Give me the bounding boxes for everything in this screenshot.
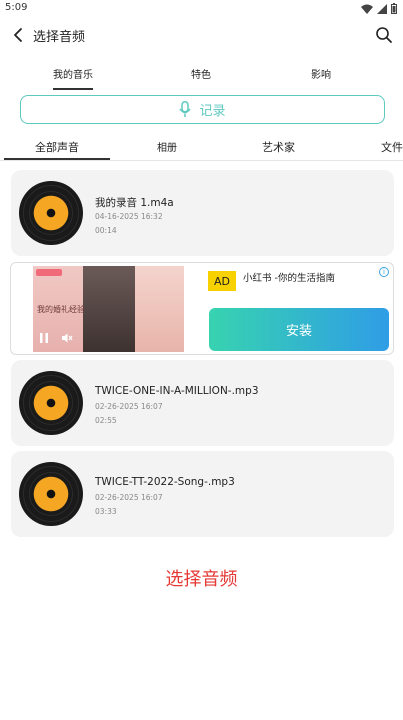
tab-effects[interactable]: 影响 (311, 66, 331, 81)
audio-name: TWICE-ONE-IN-A-MILLION-.mp3 (95, 385, 259, 397)
ad-info-icon[interactable]: i (379, 267, 389, 277)
vinyl-record-icon (19, 181, 83, 245)
status-icons (361, 3, 397, 14)
status-time: 5:09 (5, 2, 28, 13)
category-tabs: 全部声音 相册 艺术家 文件 (0, 133, 403, 161)
pause-icon[interactable] (38, 332, 50, 344)
ad-image-text: 我的婚礼经验 (37, 305, 85, 314)
tab-featured[interactable]: 特色 (191, 66, 211, 81)
tab-my-music[interactable]: 我的音乐 (53, 66, 93, 81)
ad-image[interactable]: 我的婚礼经验 (33, 266, 184, 352)
audio-date: 02-26-2025 16:07 (95, 493, 163, 502)
tab-artist[interactable]: 艺术家 (262, 139, 295, 155)
back-arrow-icon[interactable] (10, 27, 26, 43)
audio-name: TWICE-TT-2022-Song-.mp3 (95, 476, 235, 488)
ad-title: 小红书 -你的生活指南 (243, 273, 335, 284)
audio-date: 02-26-2025 16:07 (95, 402, 163, 411)
ad-install-button[interactable]: 安装 (209, 308, 389, 351)
record-label: 记录 (199, 104, 226, 119)
tab-album[interactable]: 相册 (157, 139, 177, 154)
audio-date: 04-16-2025 16:32 (95, 212, 163, 221)
audio-name: 我的录音 1.m4a (95, 197, 174, 209)
ad-banner[interactable]: 我的婚礼经验 AD 小红书 -你的生活指南 i 安装 (10, 262, 394, 355)
select-audio-button[interactable]: 选择音频 (0, 565, 403, 591)
search-icon[interactable] (375, 26, 393, 44)
app-bar: 选择音频 (0, 18, 403, 52)
audio-list-item[interactable]: 我的录音 1.m4a 04-16-2025 16:32 00:14 (11, 170, 394, 256)
page-title: 选择音频 (33, 30, 86, 45)
audio-list-item[interactable]: TWICE-ONE-IN-A-MILLION-.mp3 02-26-2025 1… (11, 360, 394, 446)
wifi-icon (361, 4, 373, 14)
category-tab-indicator (4, 158, 110, 160)
audio-duration: 03:33 (95, 507, 117, 516)
tab-files[interactable]: 文件 (381, 139, 403, 155)
microphone-icon (179, 101, 192, 117)
mute-icon[interactable] (61, 332, 73, 344)
top-tab-indicator (53, 88, 93, 90)
ad-badge: AD (208, 271, 236, 291)
vinyl-record-icon (19, 371, 83, 435)
signal-icon (377, 3, 387, 14)
audio-duration: 00:14 (95, 226, 117, 235)
vinyl-record-icon (19, 462, 83, 526)
audio-list-item[interactable]: TWICE-TT-2022-Song-.mp3 02-26-2025 16:07… (11, 451, 394, 537)
audio-duration: 02:55 (95, 416, 117, 425)
record-button[interactable]: 记录 (20, 95, 385, 124)
status-bar: 5:09 (0, 0, 403, 18)
top-tabs: 我的音乐 特色 影响 (0, 62, 403, 90)
ad-image-tag (36, 269, 62, 276)
tab-all-sounds[interactable]: 全部声音 (35, 139, 79, 155)
battery-icon (391, 3, 397, 14)
